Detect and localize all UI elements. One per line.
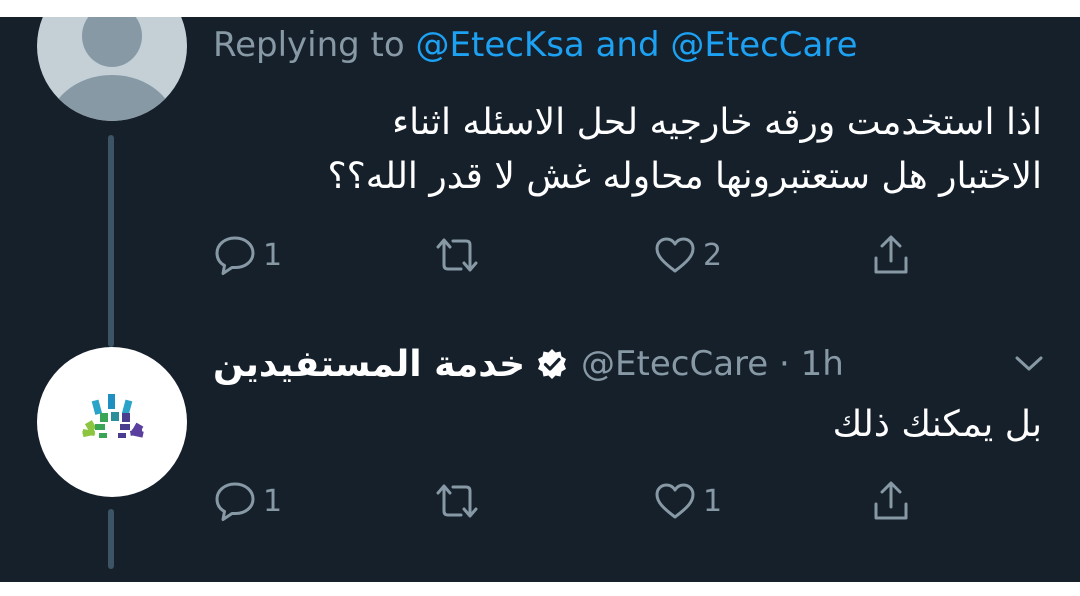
share-button[interactable]	[869, 233, 913, 277]
reply-count: 1	[263, 237, 283, 273]
avatar-head-shape	[82, 17, 142, 67]
retweet-button[interactable]	[433, 233, 481, 277]
tweet-text: بل يمكنك ذلك	[832, 404, 1042, 445]
mention-conjunction[interactable]: and	[596, 25, 660, 65]
handle-separator: ·	[779, 344, 790, 384]
retweet-button[interactable]	[433, 479, 481, 523]
replying-to-line: Replying to @EtecKsa and @EtecCare	[213, 25, 858, 65]
reply-icon	[215, 482, 255, 521]
tweet-text-line-2: الاختبار هل ستعتبرونها محاوله غش لا قدر …	[327, 156, 1042, 197]
share-icon	[874, 235, 908, 274]
reply-button[interactable]: 1	[213, 233, 282, 277]
like-button[interactable]: 2	[653, 233, 722, 277]
display-name[interactable]: خدمة المستفيدين	[213, 344, 525, 385]
heart-icon	[655, 237, 695, 273]
like-count: 1	[703, 483, 723, 519]
retweet-icon	[436, 484, 478, 518]
like-count: 2	[703, 237, 723, 273]
reply-count: 1	[263, 483, 283, 519]
tweet-time: 1h	[800, 344, 844, 384]
chevron-down-icon[interactable]	[1014, 354, 1044, 374]
retweet-icon	[436, 238, 478, 272]
mention-link-eteccare[interactable]: @EtecCare	[670, 25, 857, 65]
reply-icon	[215, 236, 255, 275]
tweet-text-line-1: اذا استخدمت ورقه خارجيه لحل الاسئله اثنا…	[392, 102, 1042, 143]
verified-badge-icon	[535, 347, 569, 381]
mention-link-etecksa[interactable]: @EtecKsa	[416, 25, 585, 65]
share-icon	[874, 481, 908, 520]
tweet-thread-screen: Replying to @EtecKsa and @EtecCare اذا ا…	[0, 17, 1080, 582]
tweet-actions-bar: 1 1	[213, 479, 933, 523]
tweet-actions-bar: 1 2	[213, 233, 933, 277]
tweet-header: خدمة المستفيدين @EtecCare · 1h	[213, 339, 1020, 389]
replying-to-label: Replying to	[213, 25, 405, 65]
like-button[interactable]: 1	[653, 479, 722, 523]
avatar-etec-logo[interactable]	[37, 347, 187, 497]
avatar-shoulders-shape	[47, 75, 177, 121]
heart-icon	[655, 483, 695, 519]
thread-connector-line	[108, 135, 114, 347]
tweet-handle[interactable]: @EtecCare · 1h	[581, 344, 844, 384]
avatar-default[interactable]	[37, 17, 187, 121]
handle-text: @EtecCare	[581, 344, 769, 384]
reply-button[interactable]: 1	[213, 479, 282, 523]
thread-connector-line	[108, 509, 114, 569]
etec-logo-icon	[82, 394, 144, 438]
share-button[interactable]	[869, 479, 913, 523]
